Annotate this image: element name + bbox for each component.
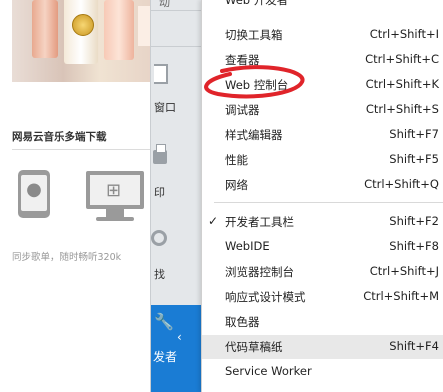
menu-item-label: 取色器 xyxy=(225,315,260,329)
windows-icon: ⊞ xyxy=(106,180,122,201)
menu-item-label: Service Worker xyxy=(225,364,312,378)
menu-item-shortcut: Ctrl+Shift+I xyxy=(369,27,439,41)
menu-item-shortcut: Ctrl+Shift+J xyxy=(369,264,439,278)
menu-item-shortcut: Shift+F5 xyxy=(389,152,439,166)
menu-item-performance[interactable]: 性能 Shift+F5 xyxy=(202,148,443,172)
menu-item-shortcut: Ctrl+Shift+M xyxy=(363,289,439,303)
print-label[interactable]: 印 xyxy=(154,184,165,200)
menu-item-style-editor[interactable]: 样式编辑器 Shift+F7 xyxy=(202,123,443,147)
menu-item-label: Web 控制台 xyxy=(225,78,289,92)
product-bottle-3 xyxy=(104,0,134,60)
menu-item-inspector[interactable]: 查看器 Ctrl+Shift+C xyxy=(202,48,443,72)
sync-description: 同步歌单，随时畅听320k xyxy=(12,252,122,263)
download-title: 网易云音乐多端下载 xyxy=(12,131,107,143)
find-icon[interactable] xyxy=(151,230,167,246)
menu-item-responsive-design-mode[interactable]: 响应式设计模式 Ctrl+Shift+M xyxy=(202,285,443,309)
menu-item-developer-toolbar[interactable]: ✓ 开发者工具栏 Shift+F2 xyxy=(202,210,443,234)
menu-item-label: 浏览器控制台 xyxy=(225,265,294,279)
new-window-label[interactable]: 窗口 xyxy=(154,99,176,115)
menu-item-label: 开发者工具栏 xyxy=(225,215,294,229)
print-icon[interactable] xyxy=(153,144,167,164)
web-developer-submenu: Web 开发者 切换工具箱 Ctrl+Shift+I 查看器 Ctrl+Shift+C… xyxy=(201,0,443,392)
menu-item-label: 切换工具箱 xyxy=(225,28,283,42)
find-label[interactable]: 找 xyxy=(154,266,165,282)
menu-item-label: 网络 xyxy=(225,178,248,192)
product-bottle-1 xyxy=(32,0,58,58)
menu-item-label: 调试器 xyxy=(225,103,260,117)
new-window-icon[interactable] xyxy=(154,64,168,84)
developer-label: 发者 xyxy=(153,350,178,364)
menu-item-label: 查看器 xyxy=(225,53,260,67)
menu-item-label: 性能 xyxy=(225,153,248,167)
menu-item-shortcut: Shift+F2 xyxy=(389,214,439,228)
menu-item-shortcut: Shift+F4 xyxy=(389,339,439,353)
menu-item-service-worker[interactable]: Service Worker xyxy=(202,360,443,384)
menu-item-eyedropper[interactable]: 取色器 xyxy=(202,310,443,334)
cosmetics-banner-image[interactable]: DI xyxy=(12,0,158,82)
apple-icon: ● xyxy=(26,179,42,200)
windows-download-button[interactable]: ⊞ xyxy=(86,171,144,209)
menu-item-shortcut: Shift+F7 xyxy=(389,127,439,141)
menu-item-label: WebIDE xyxy=(225,239,270,253)
menu-item-label: 代码草稿纸 xyxy=(225,340,283,354)
monitor-base xyxy=(96,217,134,221)
gold-badge-icon xyxy=(72,14,94,36)
menu-item-browser-console[interactable]: 浏览器控制台 Ctrl+Shift+J xyxy=(202,260,443,284)
divider xyxy=(12,149,150,150)
menu-item-toggle-toolbox[interactable]: 切换工具箱 Ctrl+Shift+I xyxy=(202,23,443,47)
menu-item-shortcut: Ctrl+Shift+K xyxy=(365,77,439,91)
menu-separator xyxy=(214,202,443,203)
menu-item-debugger[interactable]: 调试器 Ctrl+Shift+S xyxy=(202,98,443,122)
web-page-content: DI 网易云音乐多端下载 ● ⊞ 同步歌单，随时畅听320k xyxy=(0,0,160,392)
menu-item-shortcut: Ctrl+Shift+S xyxy=(365,102,439,116)
ios-download-button[interactable]: ● xyxy=(18,170,50,218)
submenu-header: Web 开发者 xyxy=(225,0,289,7)
menu-item-web-console[interactable]: Web 控制台 Ctrl+Shift+K xyxy=(202,73,443,97)
menu-item-label: 响应式设计模式 xyxy=(225,290,306,304)
menu-item-webide[interactable]: WebIDE Shift+F8 xyxy=(202,235,443,259)
menu-item-label: 样式编辑器 xyxy=(225,128,283,142)
menu-item-shortcut: Shift+F8 xyxy=(389,239,439,253)
menu-item-shortcut: Ctrl+Shift+C xyxy=(365,52,439,66)
monitor-stand xyxy=(106,209,124,217)
menu-item-network[interactable]: 网络 Ctrl+Shift+Q xyxy=(202,173,443,197)
menu-item-shortcut: Ctrl+Shift+Q xyxy=(364,177,439,191)
chevron-left-icon: ‹ xyxy=(177,330,182,344)
checkmark-icon: ✓ xyxy=(208,214,219,228)
menu-item-scratchpad[interactable]: 代码草稿纸 Shift+F4 xyxy=(202,335,443,359)
wrench-icon: 🔧 xyxy=(154,312,174,331)
